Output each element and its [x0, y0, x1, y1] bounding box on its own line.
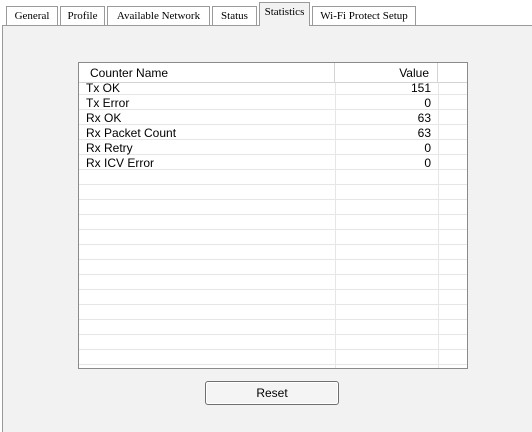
table-row[interactable]: Tx Error 0 — [79, 96, 467, 110]
table-row[interactable]: Rx OK 63 — [79, 111, 467, 125]
tab-statistics[interactable]: Statistics — [259, 2, 310, 26]
tab-available-network[interactable]: Available Network — [107, 6, 210, 25]
empty-row — [79, 248, 467, 260]
counter-value: 0 — [424, 96, 431, 110]
empty-row — [79, 353, 467, 365]
empty-row — [79, 278, 467, 290]
counter-name: Rx OK — [86, 111, 122, 125]
counter-name: Tx OK — [86, 81, 121, 95]
column-header-value[interactable]: Value — [335, 63, 438, 82]
counter-name: Rx ICV Error — [86, 156, 155, 170]
empty-row — [79, 233, 467, 245]
column-header-counter-name[interactable]: Counter Name — [79, 63, 335, 82]
counter-name: Rx Packet Count — [86, 126, 177, 140]
empty-row — [79, 188, 467, 200]
reset-button[interactable]: Reset — [205, 381, 339, 405]
tab-profile[interactable]: Profile — [60, 6, 105, 25]
empty-row — [79, 308, 467, 320]
tab-wifi-protect-setup[interactable]: Wi-Fi Protect Setup — [312, 6, 416, 25]
empty-row — [79, 263, 467, 275]
counter-name: Rx Retry — [86, 141, 133, 155]
table-row[interactable]: Rx Packet Count 63 — [79, 126, 467, 140]
tab-general[interactable]: General — [6, 6, 58, 25]
empty-row — [79, 218, 467, 230]
table-row[interactable]: Rx ICV Error 0 — [79, 156, 467, 170]
empty-row — [79, 338, 467, 350]
counter-value: 0 — [424, 141, 431, 155]
table-row[interactable]: Tx OK 151 — [79, 81, 467, 95]
counter-list-header: Counter Name Value — [79, 63, 467, 83]
empty-row — [79, 323, 467, 335]
counter-list-body: Tx OK 151 Tx Error 0 Rx OK 63 Rx Packet … — [79, 81, 467, 368]
tab-status[interactable]: Status — [212, 6, 257, 25]
counter-list[interactable]: Counter Name Value Tx OK 151 Tx Error 0 … — [78, 62, 468, 369]
counter-value: 63 — [417, 111, 431, 125]
table-row[interactable]: Rx Retry 0 — [79, 141, 467, 155]
empty-row — [79, 293, 467, 305]
tab-bar: General Profile Available Network Status… — [0, 0, 532, 28]
counter-value: 0 — [424, 156, 431, 170]
counter-value: 151 — [410, 81, 431, 95]
counter-value: 63 — [417, 126, 431, 140]
counter-name: Tx Error — [86, 96, 130, 110]
empty-row — [79, 203, 467, 215]
empty-row — [79, 173, 467, 185]
